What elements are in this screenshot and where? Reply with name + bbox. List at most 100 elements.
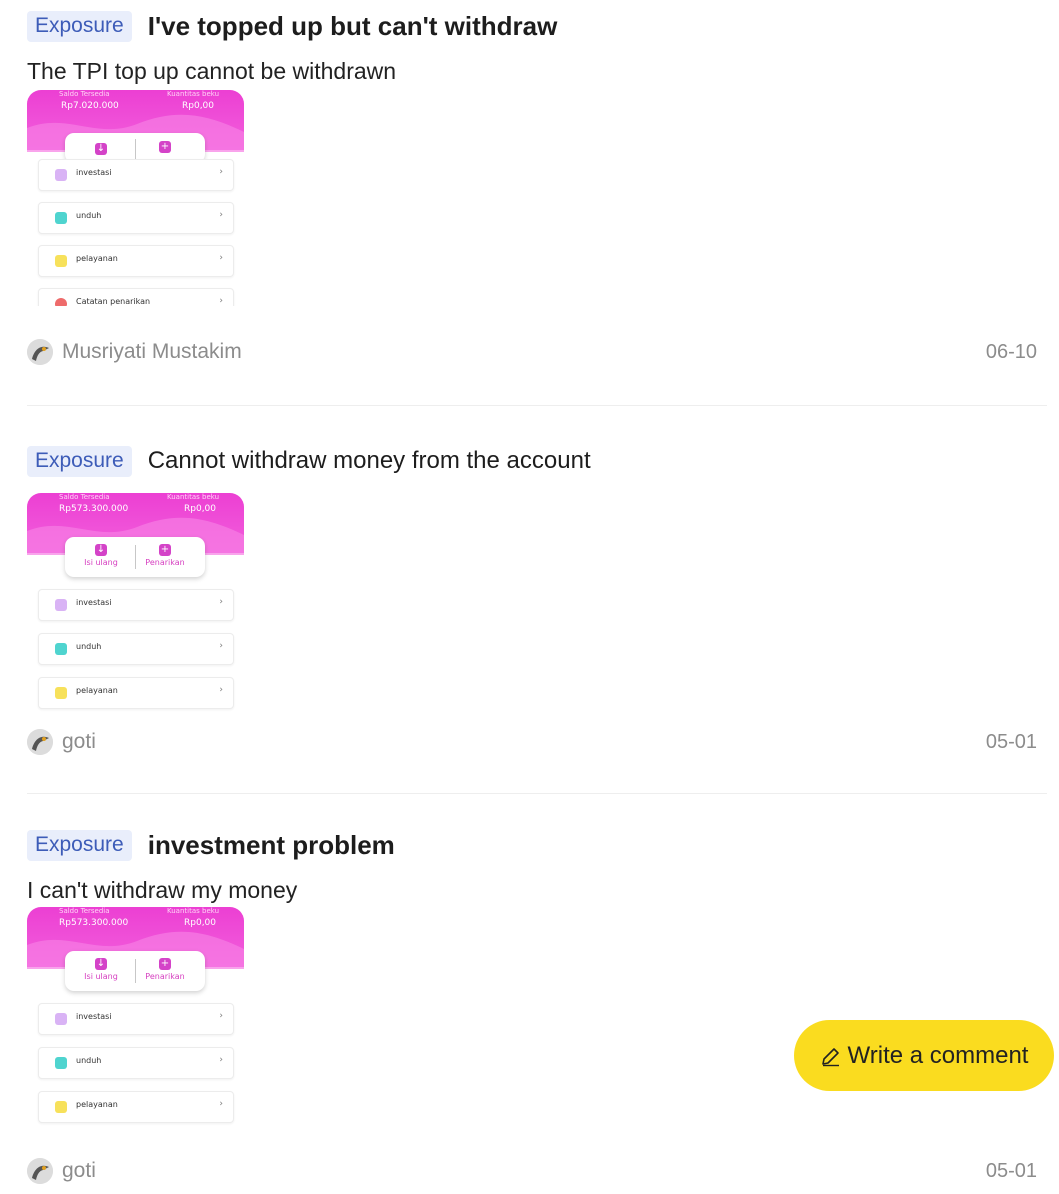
balance-amount: Rp573.300.000: [59, 504, 129, 514]
post-item[interactable]: Exposure I've topped up but can't withdr…: [27, 10, 1037, 365]
chevron-right-icon: ›: [219, 1011, 223, 1021]
author-name[interactable]: goti: [62, 728, 96, 756]
list-item: Catatan penarikan ›: [38, 288, 234, 306]
list-item: unduh ›: [38, 633, 234, 665]
post-description: The TPI top up cannot be withdrawn: [27, 58, 397, 84]
action-card: ↓ Isi ulang + Penarikan: [65, 537, 205, 577]
list-item-label: investasi: [76, 1012, 112, 1021]
list-item: investasi ›: [38, 589, 234, 621]
list-item-label: unduh: [76, 642, 102, 651]
download-icon: [55, 212, 67, 224]
plus-icon: +: [159, 141, 171, 153]
list-item-label: unduh: [76, 211, 102, 220]
list-item: investasi ›: [38, 1003, 234, 1035]
download-icon: ↓: [95, 958, 107, 970]
pencil-icon: [821, 1047, 839, 1066]
post-item[interactable]: Exposure Cannot withdraw money from the …: [27, 445, 1037, 755]
post-header: Exposure Cannot withdraw money from the …: [27, 445, 1037, 477]
plus-icon: +: [159, 544, 171, 556]
post-header: Exposure I've topped up but can't withdr…: [27, 10, 1037, 42]
record-icon: [55, 298, 67, 306]
avatar[interactable]: [27, 1158, 53, 1184]
list-item-label: pelayanan: [76, 1100, 118, 1109]
balance-amount: Rp7.020.000: [61, 101, 119, 111]
list-item: investasi ›: [38, 159, 234, 191]
chevron-right-icon: ›: [219, 1055, 223, 1065]
avatar[interactable]: [27, 339, 53, 365]
user-icon: [55, 687, 67, 699]
balance-label: Saldo Tersedia: [59, 907, 110, 915]
post-thumbnail[interactable]: Saldo Tersedia Kuantitas beku Rp573.300.…: [27, 907, 244, 1127]
avatar[interactable]: [27, 729, 53, 755]
frozen-label: Kuantitas beku: [167, 907, 220, 915]
write-comment-button[interactable]: Write a comment: [794, 1020, 1054, 1091]
list-item-label: unduh: [76, 1056, 102, 1065]
exposure-tag: Exposure: [27, 445, 132, 477]
list-item: unduh ›: [38, 1047, 234, 1079]
post-thumbnail[interactable]: Saldo Tersedia Kuantitas beku Rp573.300.…: [27, 493, 244, 715]
post-meta: goti 05-01: [27, 728, 1037, 756]
list-item: pelayanan ›: [38, 677, 234, 709]
chevron-right-icon: ›: [219, 685, 223, 695]
topup-label: Isi ulang: [84, 558, 118, 567]
download-icon: ↓: [95, 544, 107, 556]
list-item-label: pelayanan: [76, 686, 118, 695]
withdraw-label: Penarikan: [145, 972, 185, 981]
chevron-right-icon: ›: [219, 1099, 223, 1109]
list-item: pelayanan ›: [38, 245, 234, 277]
withdraw-button: + Penarikan: [135, 544, 195, 567]
list-item-label: investasi: [76, 168, 112, 177]
topup-label: Isi ulang: [84, 972, 118, 981]
withdraw-button: +: [135, 141, 195, 155]
exposure-tag: Exposure: [27, 829, 132, 861]
wallet-icon: [55, 169, 67, 181]
frozen-label: Kuantitas beku: [167, 90, 220, 98]
post-title[interactable]: Cannot withdraw money from the account: [148, 447, 591, 475]
post-header: Exposure investment problem: [27, 829, 1037, 861]
post-meta: goti 05-01: [27, 1157, 1037, 1185]
frozen-amount: Rp0,00: [184, 504, 217, 514]
write-comment-label: Write a comment: [847, 1041, 1029, 1069]
frozen-label: Kuantitas beku: [167, 493, 220, 501]
balance-amount: Rp573.300.000: [59, 918, 129, 928]
download-icon: ↓: [95, 143, 107, 155]
chevron-right-icon: ›: [219, 597, 223, 607]
exposure-tag: Exposure: [27, 10, 132, 42]
chevron-right-icon: ›: [219, 296, 223, 306]
withdraw-label: Penarikan: [145, 558, 185, 567]
post-date: 06-10: [985, 341, 1037, 363]
chevron-right-icon: ›: [219, 641, 223, 651]
user-icon: [55, 255, 67, 267]
withdraw-button: + Penarikan: [135, 958, 195, 981]
download-icon: [55, 643, 67, 655]
author-name[interactable]: Musriyati Mustakim: [62, 338, 242, 366]
list-item: unduh ›: [38, 202, 234, 234]
divider: [27, 405, 1047, 406]
topup-button: ↓ Isi ulang: [71, 958, 131, 981]
post-date: 05-01: [985, 731, 1037, 753]
chevron-right-icon: ›: [219, 253, 223, 263]
list-item-label: pelayanan: [76, 254, 118, 263]
wallet-icon: [55, 1013, 67, 1025]
post-date: 05-01: [985, 1160, 1037, 1182]
list-item-label: Catatan penarikan: [76, 297, 151, 306]
post-thumbnail[interactable]: Saldo Tersedia Kuantitas beku Rp7.020.00…: [27, 90, 244, 306]
topup-button: ↓: [71, 143, 131, 157]
post-title[interactable]: I've topped up but can't withdraw: [148, 11, 558, 42]
balance-label: Saldo Tersedia: [59, 90, 110, 98]
author-name[interactable]: goti: [62, 1157, 96, 1185]
divider: [27, 793, 1047, 794]
download-icon: [55, 1057, 67, 1069]
post-title[interactable]: investment problem: [148, 830, 395, 861]
chevron-right-icon: ›: [219, 210, 223, 220]
post-description: I can't withdraw my money: [27, 877, 298, 903]
balance-label: Saldo Tersedia: [59, 493, 110, 501]
wallet-icon: [55, 599, 67, 611]
plus-icon: +: [159, 958, 171, 970]
topup-button: ↓ Isi ulang: [71, 544, 131, 567]
chevron-right-icon: ›: [219, 167, 223, 177]
list-item-label: investasi: [76, 598, 112, 607]
action-card: ↓ Isi ulang + Penarikan: [65, 951, 205, 991]
frozen-amount: Rp0,00: [182, 101, 215, 111]
post-meta: Musriyati Mustakim 06-10: [27, 338, 1037, 366]
